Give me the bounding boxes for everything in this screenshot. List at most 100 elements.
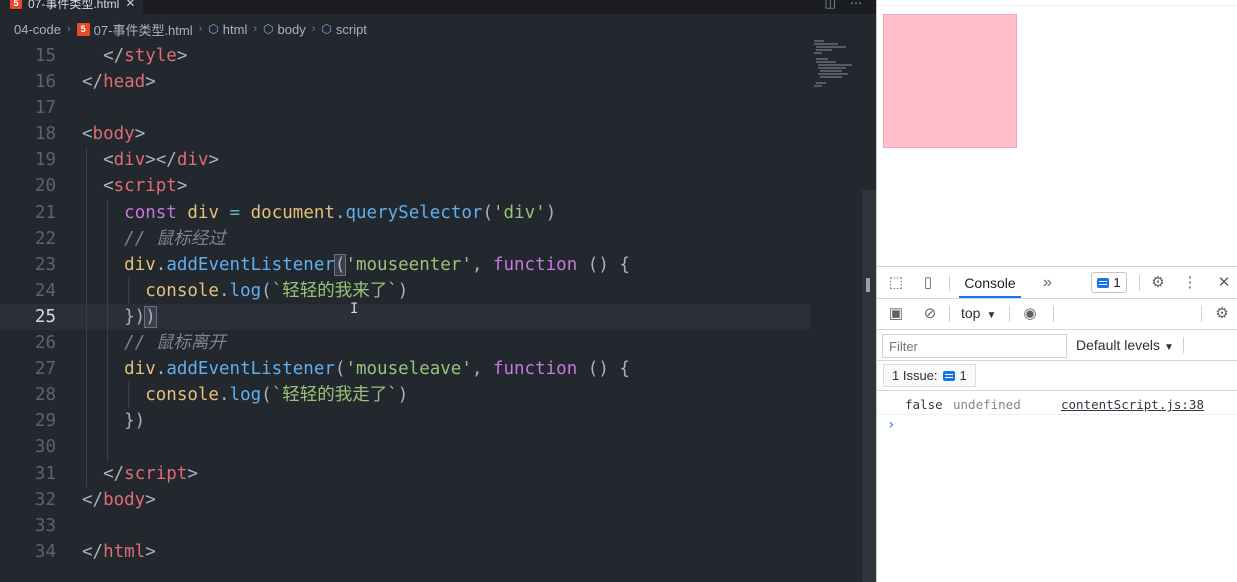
message-icon (942, 370, 955, 381)
toolbar-divider (1009, 306, 1010, 322)
kebab-menu-icon[interactable]: ⋮ (1181, 274, 1199, 292)
code-text[interactable]: })) (82, 304, 157, 330)
code-line[interactable]: 32 </body> (0, 487, 876, 513)
code-text[interactable]: </body> (82, 487, 156, 513)
line-number: 25 (34, 306, 56, 327)
code-line[interactable]: 23 div.addEventListener('mouseenter', fu… (0, 251, 876, 278)
issues-badge[interactable]: 1 (1091, 272, 1127, 293)
browser-window: ⬚ ▯ Console » 1 ⚙ ⋮ ✕ ▣ ⊘ top ▼ ◉ ⚙ Filt… (876, 0, 1237, 582)
code-text[interactable]: </html> (82, 539, 156, 565)
editor-tab-bar: 5 07-事件类型.html ✕ ◫ ⋯ (0, 0, 876, 14)
code-line[interactable]: 24 console.log(`轻轻的我来了`) (0, 277, 876, 304)
log-value: false (905, 397, 943, 412)
line-number: 21 (34, 202, 56, 223)
inspect-element-icon[interactable]: ⬚ (887, 274, 905, 292)
code-line[interactable]: 26 // 鼠标离开 (0, 330, 876, 357)
toolbar-divider (1139, 275, 1140, 291)
line-number: 15 (34, 46, 56, 66)
editor-tab-active[interactable]: 5 07-事件类型.html ✕ (0, 0, 144, 14)
context-value: top (961, 305, 981, 321)
code-line[interactable]: 30 (0, 434, 876, 461)
page-viewport[interactable] (877, 0, 1237, 266)
live-expression-eye-icon[interactable]: ◉ (1021, 305, 1039, 323)
console-settings-gear-icon[interactable]: ⚙ (1213, 305, 1231, 323)
pink-div-box[interactable] (883, 14, 1017, 148)
dropdown-arrow-icon: ▼ (986, 310, 997, 321)
minimap[interactable] (812, 38, 856, 90)
chevron-right-icon: › (311, 23, 316, 35)
log-extra-value: undefined (953, 397, 1021, 412)
split-editor-icon[interactable]: ◫ (825, 0, 836, 10)
gear-icon[interactable]: ⚙ (1149, 274, 1167, 292)
code-text[interactable]: div.addEventListener('mouseenter', funct… (82, 252, 630, 278)
breadcrumb-body[interactable]: body (278, 22, 306, 37)
code-line[interactable]: 25 })) (0, 303, 810, 331)
more-actions-icon[interactable]: ⋯ (850, 0, 862, 10)
issues-pill-label: 1 Issue: (892, 368, 938, 383)
code-text[interactable]: console.log(`轻轻的我来了`) (82, 278, 408, 304)
context-select[interactable]: top ▼ (961, 305, 996, 321)
code-line[interactable]: 31 </script> (0, 460, 876, 487)
code-text[interactable]: </head> (82, 69, 156, 95)
code-line[interactable]: 19 <div></div> (0, 147, 876, 174)
code-line[interactable]: 20 <script> (0, 173, 876, 200)
code-line[interactable]: 33 (0, 513, 876, 539)
issues-badge-count: 1 (1113, 275, 1121, 290)
code-line[interactable]: 27 div.addEventListener('mouseleave', fu… (0, 356, 876, 383)
more-tabs-icon[interactable]: » (1043, 267, 1052, 298)
code-text[interactable]: <body> (82, 121, 145, 147)
code-line[interactable]: 17 (0, 95, 876, 121)
code-line[interactable]: 18 <body> (0, 121, 876, 147)
pane-resize-handle[interactable] (866, 278, 870, 292)
code-text[interactable]: // 鼠标离开 (82, 330, 226, 356)
line-number: 19 (34, 150, 56, 171)
breadcrumb-script[interactable]: script (336, 22, 367, 37)
breadcrumb-html[interactable]: html (223, 22, 248, 37)
code-line[interactable]: 34 </html> (0, 539, 876, 565)
editor-scrollbar-thumb[interactable] (862, 190, 876, 582)
sidebar-toggle-icon[interactable]: ▣ (887, 305, 905, 323)
console-prompt-icon[interactable]: › (887, 417, 895, 433)
code-text[interactable]: console.log(`轻轻的我走了`) (82, 382, 408, 408)
line-number: 23 (34, 254, 56, 275)
code-text[interactable]: }) (82, 408, 145, 434)
breadcrumb-folder[interactable]: 04-code (14, 22, 61, 37)
element-cube-icon: ⬡ (208, 22, 219, 36)
code-line[interactable]: 16 </head> (0, 69, 876, 95)
filter-input[interactable] (882, 334, 1067, 358)
clear-console-icon[interactable]: ⊘ (921, 305, 939, 323)
line-number: 28 (34, 385, 56, 406)
code-text[interactable]: </style> (82, 43, 187, 69)
chevron-right-icon: › (198, 23, 203, 35)
code-line[interactable]: 21 const div = document.querySelector('d… (0, 199, 876, 226)
code-text[interactable]: const div = document.querySelector('div'… (82, 200, 556, 226)
code-text[interactable]: div.addEventListener('mouseleave', funct… (82, 356, 630, 382)
close-icon[interactable]: ✕ (125, 0, 135, 10)
code-text[interactable]: </script> (82, 461, 198, 487)
log-levels-select[interactable]: Default levels ▼ (1076, 337, 1174, 353)
code-line[interactable]: 22 // 鼠标经过 (0, 225, 876, 252)
line-number: 29 (34, 411, 56, 432)
code-line[interactable]: 29 }) (0, 408, 876, 435)
tab-console[interactable]: Console (959, 267, 1021, 298)
toolbar-divider (949, 275, 950, 291)
line-number: 22 (34, 228, 56, 249)
code-text[interactable]: // 鼠标经过 (82, 226, 226, 252)
breadcrumb-file[interactable]: 07-事件类型.html (94, 20, 193, 39)
code-line[interactable]: 28 console.log(`轻轻的我走了`) (0, 382, 876, 409)
issues-pill-button[interactable]: 1 Issue: 1 (883, 364, 976, 387)
code-line[interactable]: 15 </style> (0, 43, 876, 69)
device-toolbar-icon[interactable]: ▯ (919, 274, 937, 292)
element-cube-icon: ⬡ (263, 22, 274, 36)
code-editor[interactable]: 5 07-事件类型.html ✕ ◫ ⋯ 04-code › 5 07-事件类型… (0, 0, 876, 582)
line-number: 18 (34, 124, 56, 145)
editor-tab-filename: 07-事件类型.html (28, 0, 120, 11)
element-cube-icon: ⬡ (321, 22, 332, 36)
code-text[interactable]: <script> (82, 173, 187, 199)
code-text[interactable]: <div></div> (82, 147, 219, 173)
message-icon (1097, 277, 1110, 288)
close-icon[interactable]: ✕ (1215, 274, 1233, 292)
indent-guide (86, 434, 87, 461)
code-area[interactable]: 15 </style> 16 </head> 17 18 <body> 19 <div></… (0, 43, 876, 565)
log-source-link[interactable]: contentScript.js:38 (1061, 397, 1204, 412)
